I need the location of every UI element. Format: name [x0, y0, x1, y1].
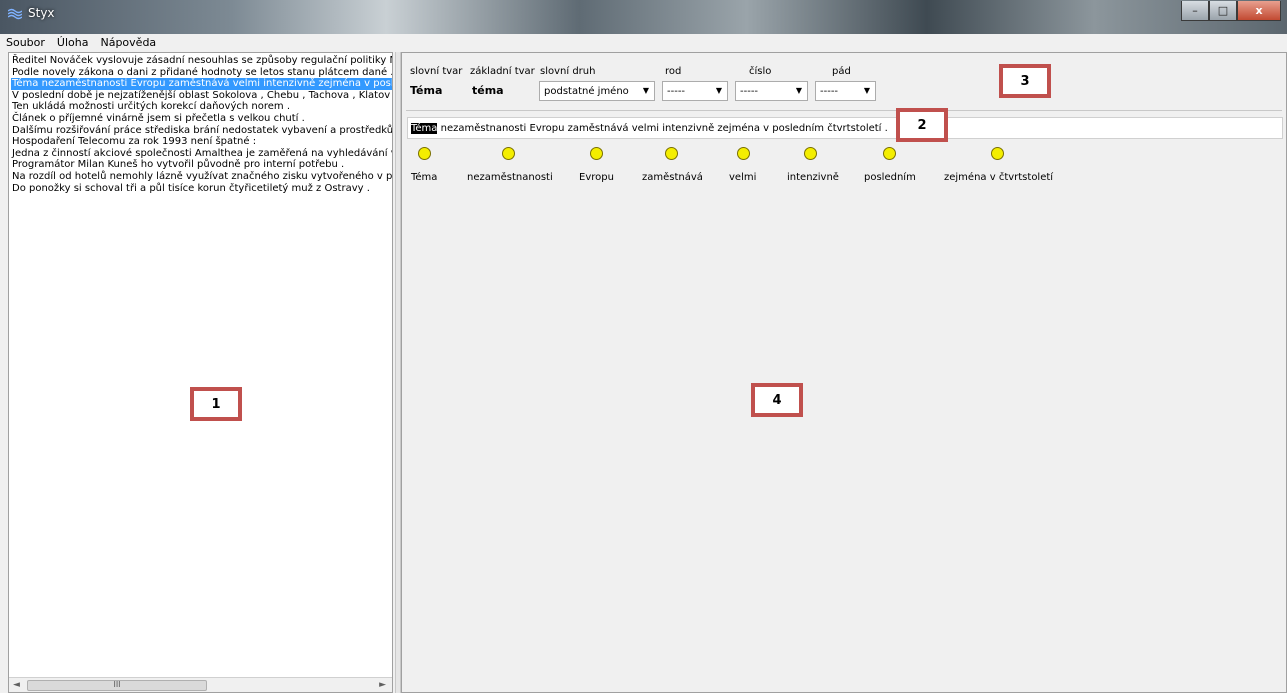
sentence-list: Ředitel Nováček vyslovuje zásadní nesouh… [11, 55, 392, 194]
header-slovni-druh: slovní druh [540, 66, 596, 77]
sentence-item[interactable]: Programátor Milan Kuneš ho vytvořil půvo… [11, 159, 392, 171]
node-label: nezaměstnanosti [467, 172, 553, 183]
tree-node[interactable] [590, 147, 603, 160]
menu-soubor[interactable]: Soubor [0, 36, 51, 49]
header-pad: pád [832, 66, 851, 77]
tree-node[interactable] [737, 147, 750, 160]
word-form-value: Téma [410, 84, 443, 97]
tree-node[interactable] [418, 147, 431, 160]
sentence-item[interactable]: Článek o příjemné vinárně jsem si přečet… [11, 113, 392, 125]
header-rod: rod [665, 66, 682, 77]
callout-2: 2 [896, 108, 948, 142]
highlighted-word[interactable]: Téma [411, 123, 438, 134]
case-select[interactable]: ----- ▼ [815, 81, 876, 101]
chevron-down-icon: ▼ [715, 86, 722, 95]
scroll-left-arrow-icon[interactable]: ◄ [13, 680, 20, 690]
tree-node[interactable] [665, 147, 678, 160]
number-value: ----- [740, 86, 759, 97]
header-slovni-tvar: slovní tvar [410, 66, 463, 77]
sentence-item[interactable]: Podle novely zákona o dani z přidané hod… [11, 67, 392, 79]
gender-value: ----- [667, 86, 686, 97]
node-label: zejména v čtvrtstoletí [944, 172, 1054, 183]
sentence-list-panel: Ředitel Nováček vyslovuje zásadní nesouh… [8, 52, 393, 693]
callout-3: 3 [999, 64, 1051, 98]
gender-select[interactable]: ----- ▼ [662, 81, 728, 101]
menu-bar: Soubor Úloha Nápověda [0, 34, 1287, 51]
window-title: Styx [28, 6, 55, 20]
sentence-item[interactable]: Dalšímu rozšiřování práce střediska brán… [11, 125, 392, 137]
number-select[interactable]: ----- ▼ [735, 81, 808, 101]
menu-napoveda[interactable]: Nápověda [94, 36, 162, 49]
sentence-rest: nezaměstnanosti Evropu zaměstnává velmi … [437, 123, 888, 134]
chevron-down-icon: ▼ [795, 86, 802, 95]
tree-node[interactable] [883, 147, 896, 160]
tree-node[interactable] [991, 147, 1004, 160]
menu-uloha[interactable]: Úloha [51, 36, 95, 49]
maximize-button[interactable]: □ [1209, 1, 1237, 21]
divider [406, 110, 1282, 111]
node-label: zaměstnává [642, 172, 703, 183]
node-label: Téma [411, 172, 438, 183]
header-cislo: číslo [749, 66, 772, 77]
horizontal-scrollbar[interactable]: ◄ III ► [9, 677, 392, 692]
scrollbar-thumb[interactable]: III [27, 680, 207, 691]
sentence-item[interactable]: Na rozdíl od hotelů nemohly lázně využív… [11, 171, 392, 183]
callout-4: 4 [751, 383, 803, 417]
lemma-value: téma [472, 84, 504, 97]
close-button[interactable]: x [1237, 1, 1281, 21]
current-sentence: Téma nezaměstnanosti Evropu zaměstnává v… [407, 117, 1283, 139]
node-label: intenzivně [787, 172, 839, 183]
sentence-item-selected[interactable]: Téma nezaměstnanosti Evropu zaměstnává v… [11, 78, 392, 90]
sentence-item[interactable]: Ten ukládá možnosti určitých korekcí daň… [11, 101, 392, 113]
tree-node[interactable] [804, 147, 817, 160]
chevron-down-icon: ▼ [863, 86, 870, 95]
node-label: Evropu [579, 172, 614, 183]
case-value: ----- [820, 86, 839, 97]
title-bar: Styx – □ x [0, 0, 1287, 34]
chevron-down-icon: ▼ [642, 86, 649, 95]
minimize-button[interactable]: – [1181, 1, 1209, 21]
sentence-item[interactable]: Hospodaření Telecomu za rok 1993 není šp… [11, 136, 392, 148]
tree-node[interactable] [502, 147, 515, 160]
analysis-panel: slovní tvar základní tvar slovní druh ro… [401, 52, 1287, 693]
callout-1: 1 [190, 387, 242, 421]
sentence-item[interactable]: V poslední době je nejzatíženější oblast… [11, 90, 392, 102]
styx-app-icon [8, 8, 22, 20]
sentence-item[interactable]: Ředitel Nováček vyslovuje zásadní nesouh… [11, 55, 392, 67]
sentence-item[interactable]: Do ponožky si schoval tři a půl tisíce k… [11, 183, 392, 195]
part-of-speech-select[interactable]: podstatné jméno ▼ [539, 81, 655, 101]
header-zakladni-tvar: základní tvar [470, 66, 535, 77]
scroll-right-arrow-icon[interactable]: ► [379, 680, 386, 690]
part-of-speech-value: podstatné jméno [544, 86, 629, 97]
node-label: velmi [729, 172, 757, 183]
node-label: posledním [864, 172, 916, 183]
sentence-item[interactable]: Jedna z činností akciové společnosti Ama… [11, 148, 392, 160]
